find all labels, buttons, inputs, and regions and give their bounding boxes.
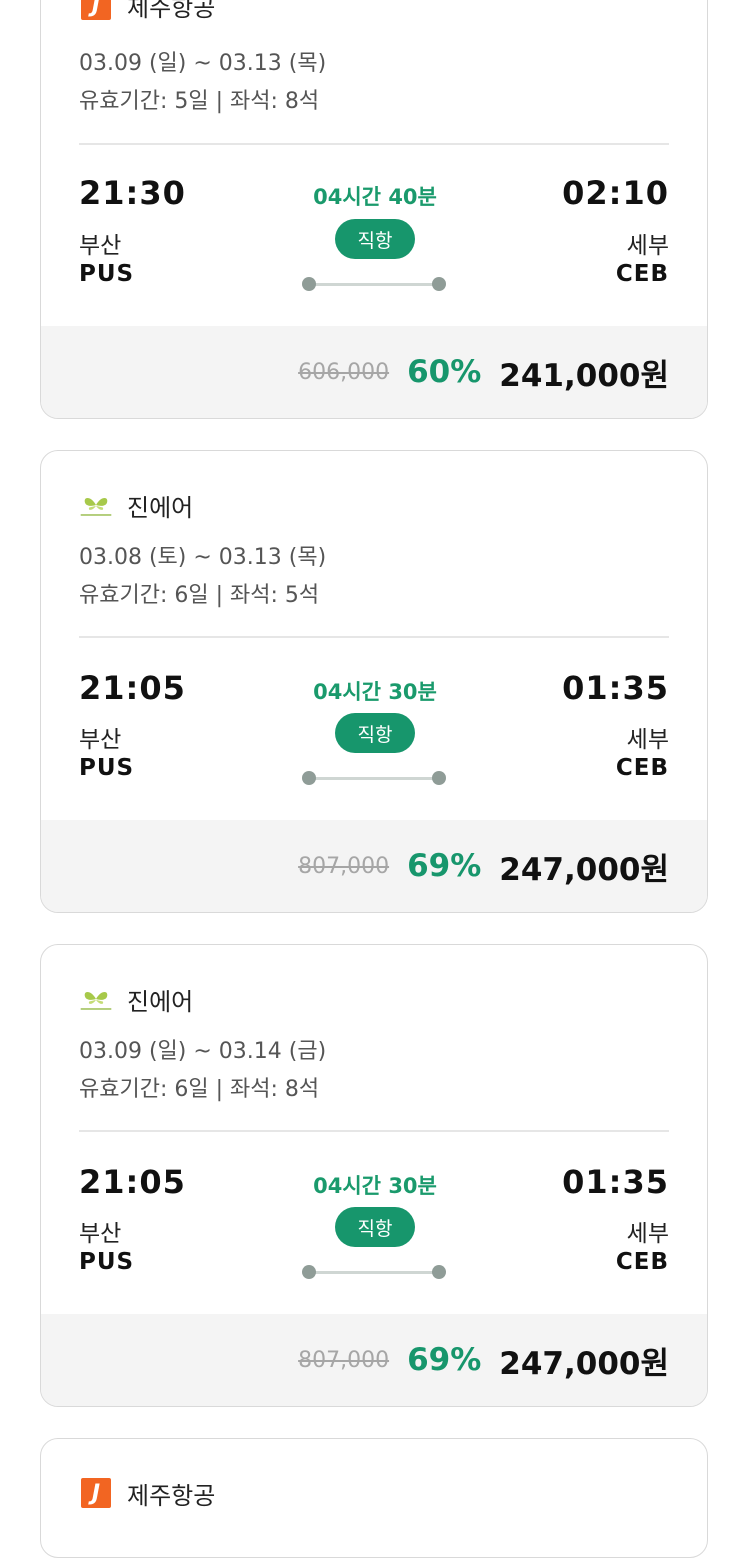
airline-name: 제주항공 <box>127 0 216 22</box>
depart-code: PUS <box>79 755 135 781</box>
depart-dot <box>302 277 316 291</box>
arrive-dot <box>432 277 446 291</box>
validity-seats: 유효기간: 6일 | 좌석: 5석 <box>79 583 320 608</box>
discount-rate: 60% <box>407 354 482 390</box>
original-price: 807,000 <box>298 1347 390 1373</box>
jinair-logo <box>79 490 113 520</box>
direct-badge: 직항 <box>335 219 415 259</box>
depart-code: PUS <box>79 1249 135 1275</box>
validity-seats: 유효기간: 5일 | 좌석: 8석 <box>79 89 320 114</box>
discount-rate: 69% <box>407 1342 482 1378</box>
travel-dates: 03.08 (토) ~ 03.13 (목) <box>79 545 327 570</box>
flight-duration: 04시간 30분 <box>313 1174 437 1198</box>
direct-badge: 직항 <box>335 1207 415 1247</box>
arrive-code: CEB <box>615 1249 669 1275</box>
arrive-time: 01:35 <box>562 1163 669 1201</box>
arrive-code: CEB <box>615 755 669 781</box>
jejuair-logo: J <box>79 1478 113 1508</box>
travel-dates: 03.09 (일) ~ 03.13 (목) <box>79 51 327 76</box>
arrive-city: 세부 <box>626 1221 669 1247</box>
validity-seats: 유효기간: 6일 | 좌석: 8석 <box>79 1077 320 1102</box>
arrive-time: 01:35 <box>562 669 669 707</box>
price-row: 606,000 60% 241,000원 <box>298 326 669 418</box>
depart-dot <box>302 1265 316 1279</box>
depart-dot <box>302 771 316 785</box>
airline-row: J 제주항공 <box>79 0 215 23</box>
travel-dates: 03.09 (일) ~ 03.14 (금) <box>79 1039 327 1064</box>
price-bar: 807,000 69% 247,000원 <box>41 820 707 912</box>
depart-code: PUS <box>79 261 135 287</box>
price-bar: 807,000 69% 247,000원 <box>41 1314 707 1406</box>
depart-city: 부산 <box>79 233 122 259</box>
arrive-code: CEB <box>615 261 669 287</box>
original-price: 807,000 <box>298 853 390 879</box>
original-price: 606,000 <box>298 359 390 385</box>
final-price: 247,000원 <box>499 851 669 888</box>
depart-time: 21:05 <box>79 1163 186 1201</box>
route-line <box>309 283 439 286</box>
depart-time: 21:30 <box>79 174 186 212</box>
route-line <box>309 777 439 780</box>
price-bar: 606,000 60% 241,000원 <box>41 326 707 418</box>
arrive-city: 세부 <box>626 727 669 753</box>
direct-badge: 직항 <box>335 713 415 753</box>
jejuair-logo: J <box>79 0 113 20</box>
discount-rate: 69% <box>407 848 482 884</box>
arrive-time: 02:10 <box>562 174 669 212</box>
flight-card[interactable]: J 제주항공 03.09 (일) ~ 03.13 (목) 유효기간: 5일 | … <box>40 0 708 419</box>
flight-card[interactable]: 진에어 03.08 (토) ~ 03.13 (목) 유효기간: 6일 | 좌석:… <box>40 450 708 913</box>
airline-row: 진에어 <box>79 487 193 523</box>
price-row: 807,000 69% 247,000원 <box>298 820 669 912</box>
arrive-dot <box>432 1265 446 1279</box>
flight-card[interactable]: J 제주항공 <box>40 1438 708 1558</box>
airline-row: 진에어 <box>79 981 193 1017</box>
airline-name: 진에어 <box>127 987 194 1016</box>
price-row: 807,000 69% 247,000원 <box>298 1314 669 1406</box>
depart-city: 부산 <box>79 727 122 753</box>
depart-city: 부산 <box>79 1221 122 1247</box>
divider <box>79 1130 669 1132</box>
jinair-logo <box>79 984 113 1014</box>
final-price: 247,000원 <box>499 1345 669 1382</box>
divider <box>79 636 669 638</box>
arrive-dot <box>432 771 446 785</box>
route-line <box>309 1271 439 1274</box>
airline-row: J 제주항공 <box>79 1475 215 1511</box>
final-price: 241,000원 <box>499 357 669 394</box>
airline-name: 제주항공 <box>127 1481 216 1510</box>
flight-card[interactable]: 진에어 03.09 (일) ~ 03.14 (금) 유효기간: 6일 | 좌석:… <box>40 944 708 1407</box>
divider <box>79 143 669 145</box>
depart-time: 21:05 <box>79 669 186 707</box>
airline-name: 진에어 <box>127 493 194 522</box>
flight-duration: 04시간 30분 <box>313 680 437 704</box>
flight-duration: 04시간 40분 <box>313 185 437 209</box>
arrive-city: 세부 <box>626 233 669 259</box>
